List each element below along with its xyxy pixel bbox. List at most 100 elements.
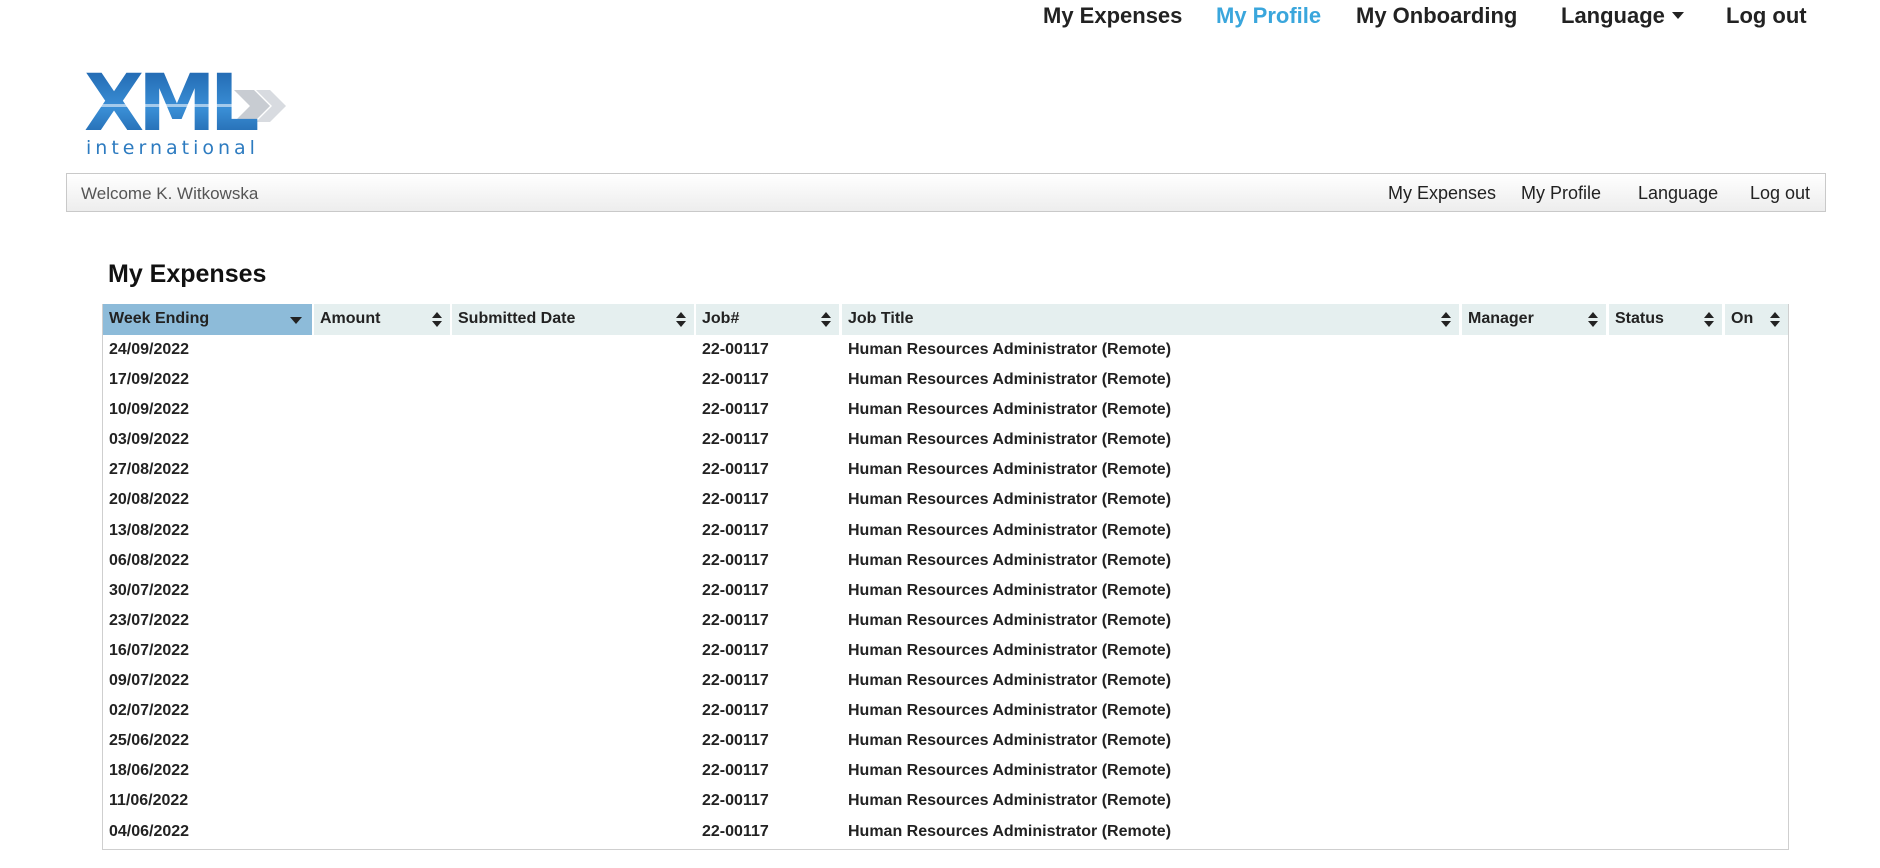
table-row[interactable]: 13/08/2022 22-00117 Human Resources Admi… <box>0 516 1880 546</box>
cell-job-number: 22-00117 <box>702 732 769 750</box>
cell-week-ending: 23/07/2022 <box>109 611 190 629</box>
top-nav: My Expenses My Profile My Onboarding Lan… <box>0 0 1880 30</box>
cell-job-number: 22-00117 <box>702 341 769 358</box>
column-header-label: Job Title <box>848 310 914 327</box>
column-header-label: Status <box>1615 310 1664 327</box>
table-row[interactable]: 27/08/2022 22-00117 Human Resources Admi… <box>0 455 1880 485</box>
cell-week-ending: 03/09/2022 <box>109 431 190 449</box>
welcome-bar: Welcome K. Witkowska My Expenses My Prof… <box>66 173 1826 212</box>
table-row[interactable]: 20/08/2022 22-00117 Human Resources Admi… <box>0 485 1880 515</box>
welcome-text: Welcome K. Witkowska <box>81 184 259 203</box>
cell-job-title: Human Resources Administrator (Remote) <box>848 672 1172 690</box>
table-row[interactable]: 25/06/2022 22-00117 Human Resources Admi… <box>0 726 1880 756</box>
cell-job-number: 22-00117 <box>702 401 769 419</box>
table-row[interactable]: 24/09/2022 22-00117 Human Resources Admi… <box>0 335 1880 365</box>
cell-job-number: 22-00117 <box>702 762 769 780</box>
cell-job-title: Human Resources Administrator (Remote) <box>848 641 1172 659</box>
sort-icon <box>432 312 442 327</box>
column-header-submitted-date[interactable]: Submitted Date <box>452 304 694 335</box>
cell-job-title: Human Resources Administrator (Remote) <box>848 732 1172 750</box>
table-row[interactable]: 02/07/2022 22-00117 Human Resources Admi… <box>0 696 1880 726</box>
cell-job-title: Human Resources Administrator (Remote) <box>848 551 1172 569</box>
cell-job-number: 22-00117 <box>702 702 769 720</box>
column-header-label: Job# <box>702 310 740 327</box>
column-header-status[interactable]: Status <box>1609 304 1722 335</box>
nav-my-profile[interactable]: My Profile <box>1216 3 1321 29</box>
column-header-label: Amount <box>320 310 381 327</box>
cell-week-ending: 02/07/2022 <box>109 702 190 720</box>
sort-icon <box>821 312 831 327</box>
nav-my-onboarding[interactable]: My Onboarding <box>1356 3 1517 29</box>
column-header-job-title[interactable]: Job Title <box>842 304 1459 335</box>
table-row[interactable]: 18/06/2022 22-00117 Human Resources Admi… <box>0 756 1880 786</box>
cell-week-ending: 18/06/2022 <box>109 762 190 780</box>
cell-job-number: 22-00117 <box>702 581 769 599</box>
sort-desc-icon <box>290 317 302 324</box>
table-row[interactable]: 06/08/2022 22-00117 Human Resources Admi… <box>0 546 1880 576</box>
cell-job-title: Human Resources Administrator (Remote) <box>848 611 1172 629</box>
cell-job-number: 22-00117 <box>702 491 769 509</box>
cell-job-title: Human Resources Administrator (Remote) <box>848 461 1172 479</box>
sort-icon <box>1441 312 1451 327</box>
cell-job-title: Human Resources Administrator (Remote) <box>848 371 1172 389</box>
table-row[interactable]: 03/09/2022 22-00117 Human Resources Admi… <box>0 425 1880 455</box>
table-row[interactable]: 04/06/2022 22-00117 Human Resources Admi… <box>0 817 1880 847</box>
column-header-amount[interactable]: Amount <box>314 304 450 335</box>
cell-job-number: 22-00117 <box>702 521 769 539</box>
table-row[interactable]: 16/07/2022 22-00117 Human Resources Admi… <box>0 636 1880 666</box>
cell-week-ending: 13/08/2022 <box>109 521 190 539</box>
cell-week-ending: 04/06/2022 <box>109 822 190 840</box>
page-title: My Expenses <box>108 260 267 288</box>
table-row[interactable]: 30/07/2022 22-00117 Human Resources Admi… <box>0 576 1880 606</box>
table-row[interactable]: 23/07/2022 22-00117 Human Resources Admi… <box>0 606 1880 636</box>
cell-week-ending: 06/08/2022 <box>109 551 190 569</box>
cell-job-number: 22-00117 <box>702 641 769 659</box>
cell-week-ending: 16/07/2022 <box>109 641 190 659</box>
nav-language-dropdown[interactable]: Language <box>1561 3 1684 29</box>
cell-week-ending: 30/07/2022 <box>109 581 190 599</box>
column-header-week-ending[interactable]: Week Ending <box>103 304 312 335</box>
cell-job-number: 22-00117 <box>702 792 769 810</box>
nav-log-out[interactable]: Log out <box>1726 3 1807 29</box>
bar-link-log-out[interactable]: Log out <box>1750 183 1810 204</box>
cell-week-ending: 24/09/2022 <box>109 341 190 358</box>
cell-job-number: 22-00117 <box>702 461 769 479</box>
table-row[interactable]: 11/06/2022 22-00117 Human Resources Admi… <box>0 786 1880 816</box>
bar-link-my-expenses[interactable]: My Expenses <box>1388 183 1496 204</box>
table-row[interactable]: 17/09/2022 22-00117 Human Resources Admi… <box>0 365 1880 395</box>
bar-link-my-profile[interactable]: My Profile <box>1521 183 1601 204</box>
cell-job-title: Human Resources Administrator (Remote) <box>848 822 1172 840</box>
table-row[interactable]: 09/07/2022 22-00117 Human Resources Admi… <box>0 666 1880 696</box>
logo-subtitle: international <box>86 137 259 159</box>
cell-job-title: Human Resources Administrator (Remote) <box>848 702 1172 720</box>
cell-job-title: Human Resources Administrator (Remote) <box>848 792 1172 810</box>
column-header-manager[interactable]: Manager <box>1462 304 1606 335</box>
table-body: 24/09/2022 22-00117 Human Resources Admi… <box>0 335 1880 847</box>
column-header-label: Week Ending <box>109 310 210 327</box>
cell-week-ending: 25/06/2022 <box>109 732 190 750</box>
sort-icon <box>676 312 686 327</box>
column-header-job-number[interactable]: Job# <box>696 304 839 335</box>
cell-job-title: Human Resources Administrator (Remote) <box>848 431 1172 449</box>
sort-icon <box>1770 312 1780 327</box>
nav-language-label: Language <box>1561 3 1665 28</box>
column-header-on[interactable]: On <box>1725 304 1788 335</box>
cell-job-number: 22-00117 <box>702 611 769 629</box>
sort-icon <box>1588 312 1598 327</box>
cell-job-title: Human Resources Administrator (Remote) <box>848 581 1172 599</box>
cell-job-number: 22-00117 <box>702 431 769 449</box>
bar-link-language[interactable]: Language <box>1638 183 1718 204</box>
cell-job-title: Human Resources Administrator (Remote) <box>848 762 1172 780</box>
column-header-label: On <box>1731 310 1754 327</box>
column-header-label: Submitted Date <box>458 310 576 327</box>
cell-job-title: Human Resources Administrator (Remote) <box>848 341 1172 358</box>
column-header-label: Manager <box>1468 310 1534 327</box>
cell-job-title: Human Resources Administrator (Remote) <box>848 401 1172 419</box>
sort-icon <box>1704 312 1714 327</box>
table-row[interactable]: 10/09/2022 22-00117 Human Resources Admi… <box>0 395 1880 425</box>
nav-my-expenses[interactable]: My Expenses <box>1043 3 1182 29</box>
cell-job-number: 22-00117 <box>702 551 769 569</box>
caret-down-icon <box>1671 12 1684 20</box>
cell-job-title: Human Resources Administrator (Remote) <box>848 491 1172 509</box>
cell-week-ending: 27/08/2022 <box>109 461 190 479</box>
